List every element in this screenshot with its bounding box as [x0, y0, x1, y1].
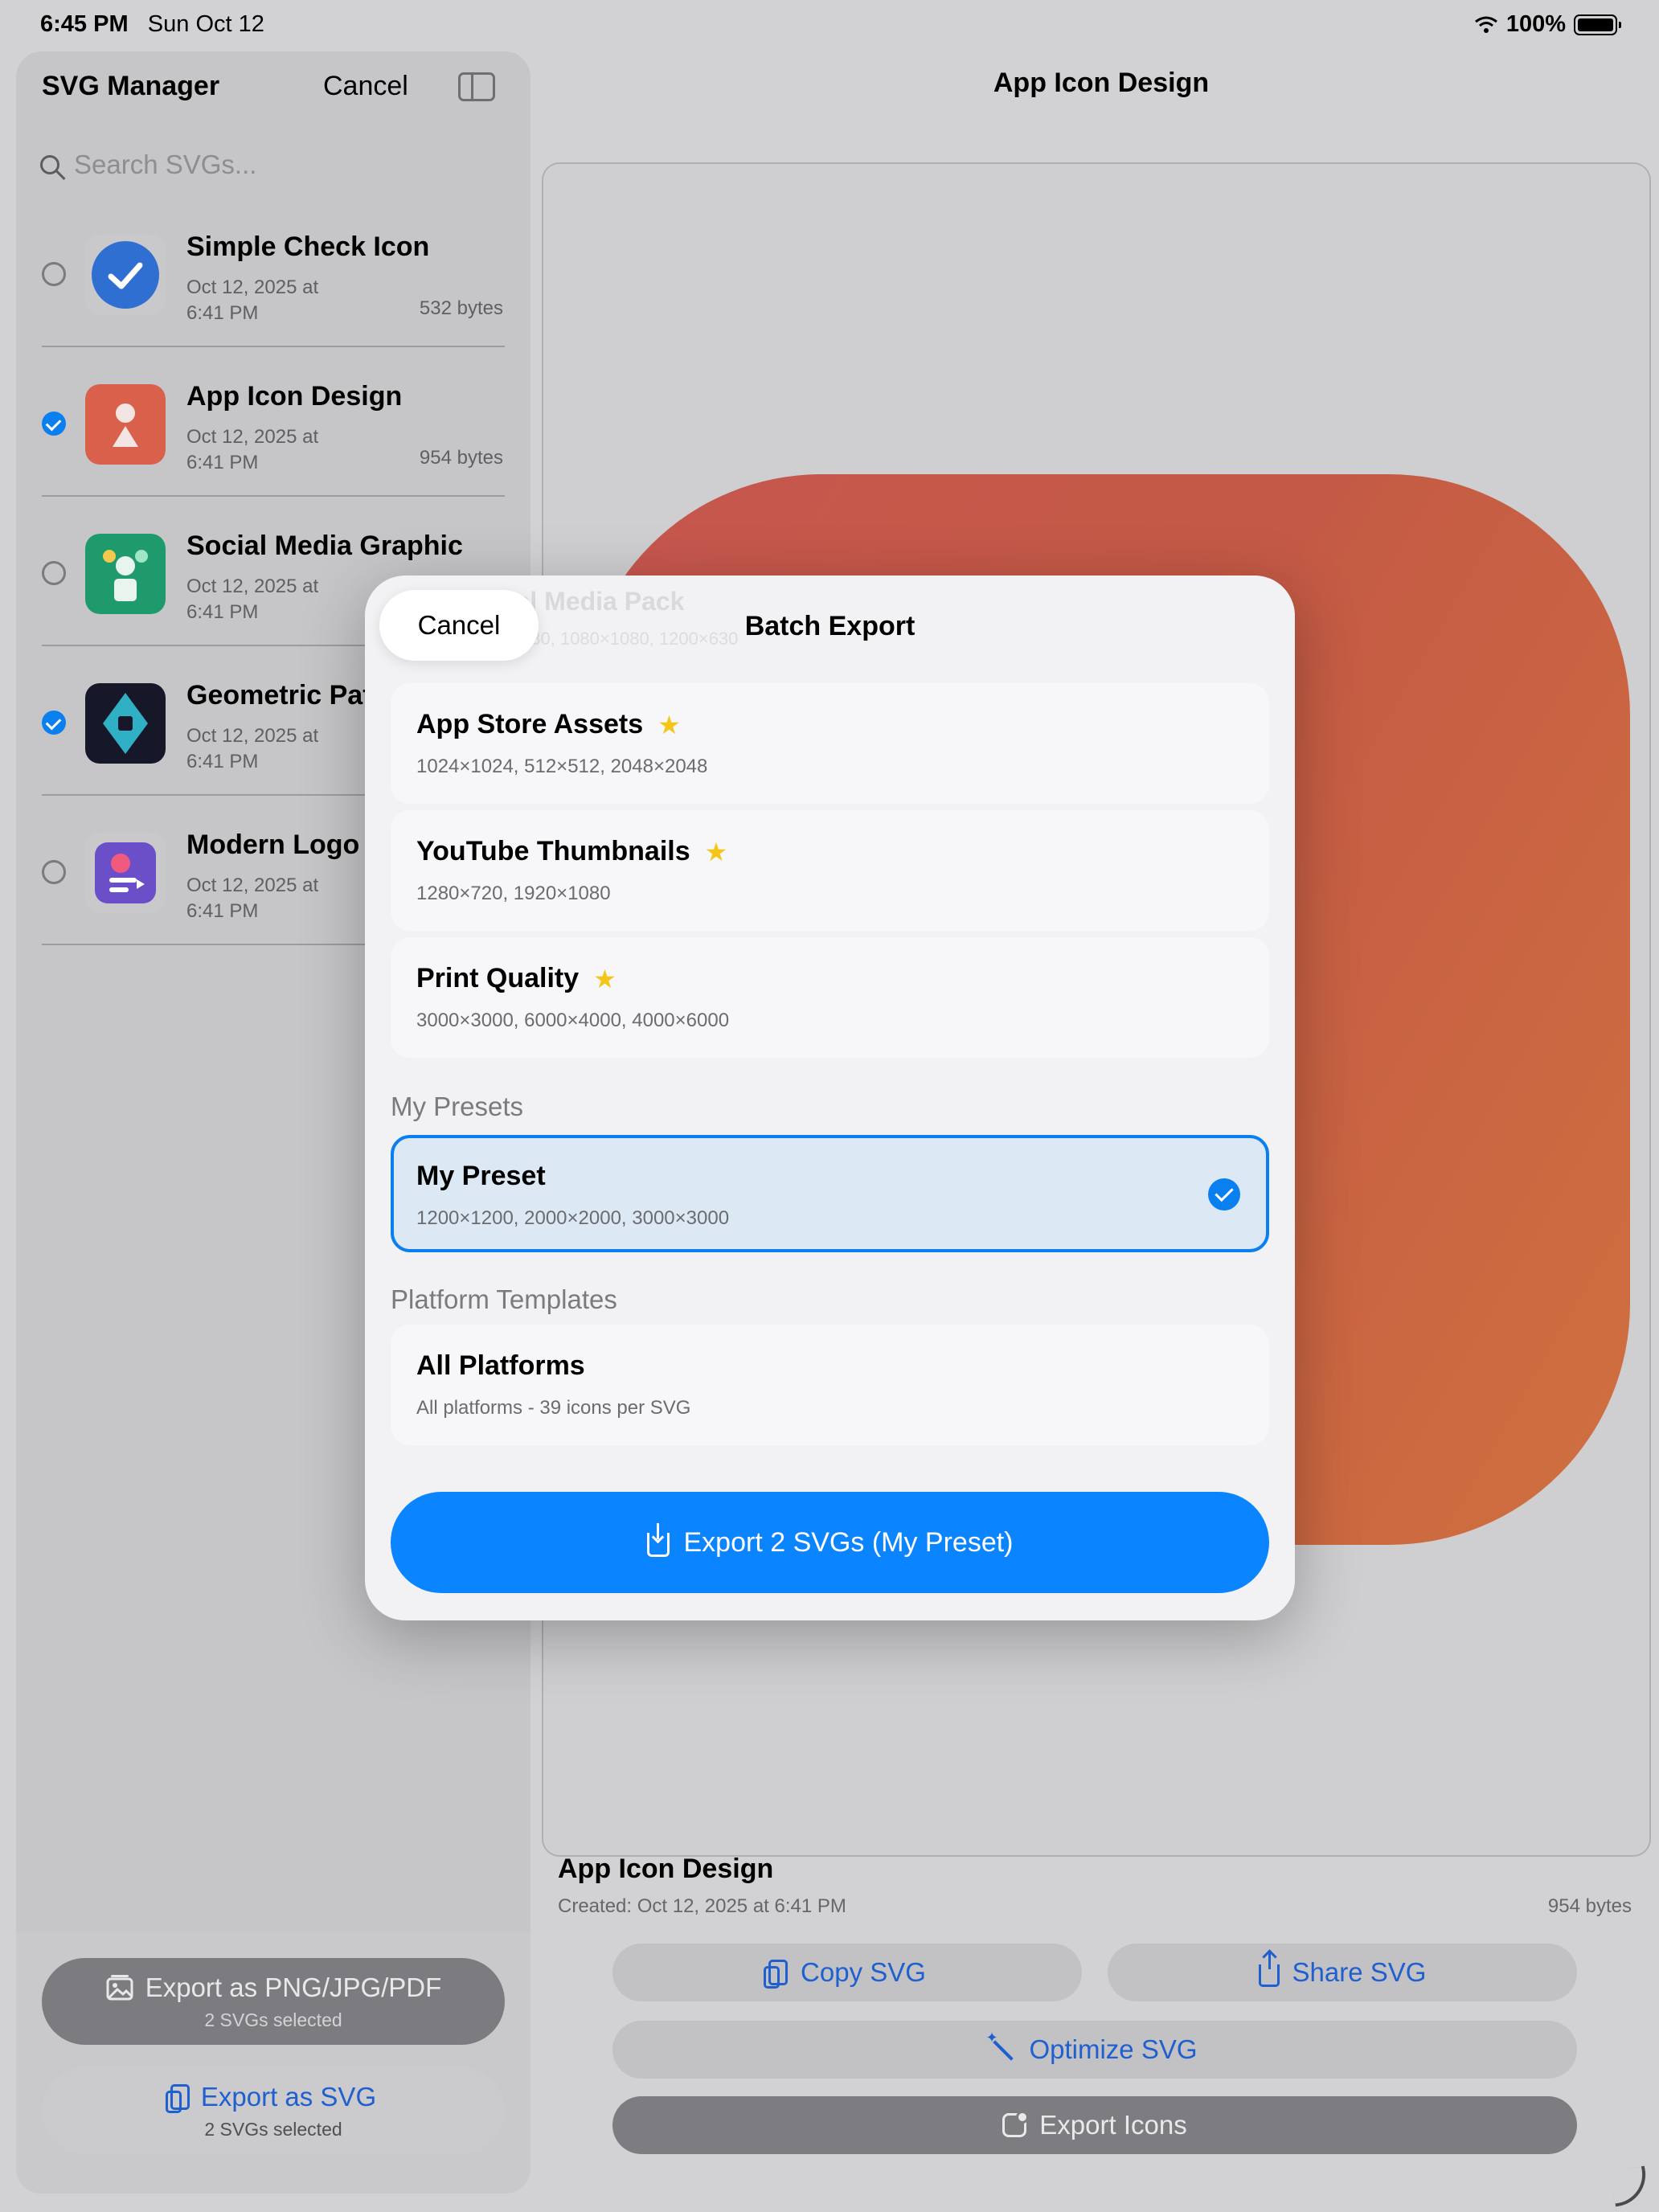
svg-thumbnail	[85, 683, 166, 764]
sidebar-toggle-icon[interactable]	[458, 72, 495, 101]
preset-sizes: 1200×1200, 2000×2000, 3000×3000	[416, 1207, 730, 1229]
export-png-button[interactable]: Export as PNG/JPG/PDF 2 SVGs selected	[42, 1958, 505, 2045]
copy-icon	[764, 1960, 789, 1989]
list-item[interactable]: Simple Check Icon Oct 12, 2025 at 6:41 PM…	[16, 198, 530, 347]
selection-radio[interactable]	[42, 262, 66, 286]
export-icons-label: Export Icons	[1039, 2110, 1187, 2140]
sidebar-cancel-button[interactable]: Cancel	[323, 71, 408, 102]
optimize-svg-button[interactable]: Optimize SVG	[612, 2021, 1577, 2079]
preset-print-quality[interactable]: Print Quality ★ 3000×3000, 6000×4000, 400…	[391, 937, 1269, 1058]
search-input[interactable]: Search SVGs...	[74, 150, 256, 180]
magic-wand-icon	[985, 2030, 1016, 2062]
item-date: Oct 12, 2025 at 6:41 PM	[186, 426, 319, 473]
item-name: Social Media Graphic	[186, 530, 463, 561]
item-name: Geometric Pat	[186, 680, 372, 711]
app-badge-icon	[1002, 2111, 1030, 2137]
detail-size: 954 bytes	[1547, 1895, 1632, 1917]
item-size: 532 bytes	[419, 297, 503, 319]
share-svg-button[interactable]: Share SVG	[1108, 1944, 1577, 2001]
item-date: Oct 12, 2025 at 6:41 PM	[186, 725, 319, 772]
item-date: Oct 12, 2025 at 6:41 PM	[186, 875, 319, 922]
preset-sizes: 3000×3000, 6000×4000, 4000×6000	[416, 1010, 730, 1031]
preset-sizes: 1024×1024, 512×512, 2048×2048	[416, 756, 708, 777]
detail-name: App Icon Design	[558, 1854, 774, 1884]
item-size: 954 bytes	[419, 447, 503, 469]
item-date: Oct 12, 2025 at 6:41 PM	[186, 576, 319, 623]
share-svg-label: Share SVG	[1292, 1957, 1427, 1987]
export-button[interactable]: Export 2 SVGs (My Preset)	[391, 1492, 1269, 1593]
checkmark-icon	[1208, 1178, 1240, 1210]
section-platform-templates: Platform Templates	[391, 1284, 617, 1314]
export-svg-button[interactable]: Export as SVG 2 SVGs selected	[42, 2067, 505, 2154]
svg-thumbnail	[85, 534, 166, 614]
preset-sizes: 1280×720, 1920×1080	[416, 883, 611, 904]
selection-radio[interactable]	[42, 860, 66, 884]
template-desc: All platforms - 39 icons per SVG	[416, 1397, 691, 1419]
status-bar-right: 100%	[1474, 11, 1621, 38]
item-name: Simple Check Icon	[186, 231, 430, 262]
preset-name: App Store Assets	[416, 709, 644, 739]
status-bar-time: 6:45 PM Sun Oct 12	[40, 11, 264, 37]
star-icon: ★	[657, 710, 681, 739]
preset-my-preset[interactable]: My Preset 1200×1200, 2000×2000, 3000×300…	[391, 1135, 1269, 1252]
preset-name: My Preset	[416, 1161, 546, 1191]
battery-icon	[1574, 14, 1621, 35]
search-icon	[40, 155, 59, 174]
section-my-presets: My Presets	[391, 1092, 524, 1121]
star-icon: ★	[593, 964, 616, 993]
pencil-hover-indicator	[1609, 2165, 1651, 2207]
export-svg-label: Export as SVG	[200, 2082, 377, 2112]
selection-radio[interactable]	[42, 561, 66, 585]
preset-name: YouTube Thumbnails	[416, 836, 690, 866]
export-button-label: Export 2 SVGs (My Preset)	[683, 1526, 1014, 1558]
item-name: App Icon Design	[186, 381, 403, 412]
search-field[interactable]: Search SVGs...	[40, 150, 256, 180]
detail-created: Created: Oct 12, 2025 at 6:41 PM	[558, 1895, 846, 1917]
page-title: App Icon Design	[993, 68, 1210, 98]
selection-radio[interactable]	[42, 412, 66, 436]
wifi-icon	[1474, 16, 1497, 33]
copy-svg-button[interactable]: Copy SVG	[612, 1944, 1082, 2001]
preset-name: Print Quality	[416, 963, 580, 993]
export-png-sub: 2 SVGs selected	[204, 2009, 342, 2030]
battery-percent: 100%	[1505, 11, 1566, 37]
template-name: All Platforms	[416, 1350, 585, 1381]
template-all-platforms[interactable]: All Platforms All platforms - 39 icons p…	[391, 1325, 1269, 1445]
batch-export-sheet: Social Media Pack 1080×1080, 1080×1080, …	[365, 576, 1295, 1620]
sidebar-title: SVG Manager	[42, 71, 220, 101]
item-date: Oct 12, 2025 at 6:41 PM	[186, 276, 319, 324]
photo-icon	[106, 1975, 133, 2001]
copy-svg-label: Copy SVG	[801, 1957, 926, 1987]
download-icon	[646, 1523, 670, 1557]
optimize-svg-label: Optimize SVG	[1029, 2034, 1198, 2064]
share-icon	[1258, 1952, 1280, 1987]
documents-icon	[165, 2084, 190, 2113]
selection-radio[interactable]	[42, 711, 66, 735]
svg-thumbnail	[85, 384, 166, 465]
modal-title: Batch Export	[744, 611, 916, 641]
list-item[interactable]: App Icon Design Oct 12, 2025 at 6:41 PM 9…	[16, 347, 530, 497]
export-icons-button[interactable]: Export Icons	[612, 2096, 1577, 2154]
item-name: Modern Logo	[186, 830, 360, 860]
svg-thumbnail	[85, 235, 166, 315]
export-svg-sub: 2 SVGs selected	[204, 2119, 342, 2140]
svg-thumbnail	[85, 833, 166, 913]
preset-app-store-assets[interactable]: App Store Assets ★ 1024×1024, 512×512, 20…	[391, 683, 1269, 804]
preset-youtube-thumbnails[interactable]: YouTube Thumbnails ★ 1280×720, 1920×1080	[391, 810, 1269, 931]
star-icon: ★	[704, 837, 728, 866]
export-png-label: Export as PNG/JPG/PDF	[145, 1972, 442, 2002]
